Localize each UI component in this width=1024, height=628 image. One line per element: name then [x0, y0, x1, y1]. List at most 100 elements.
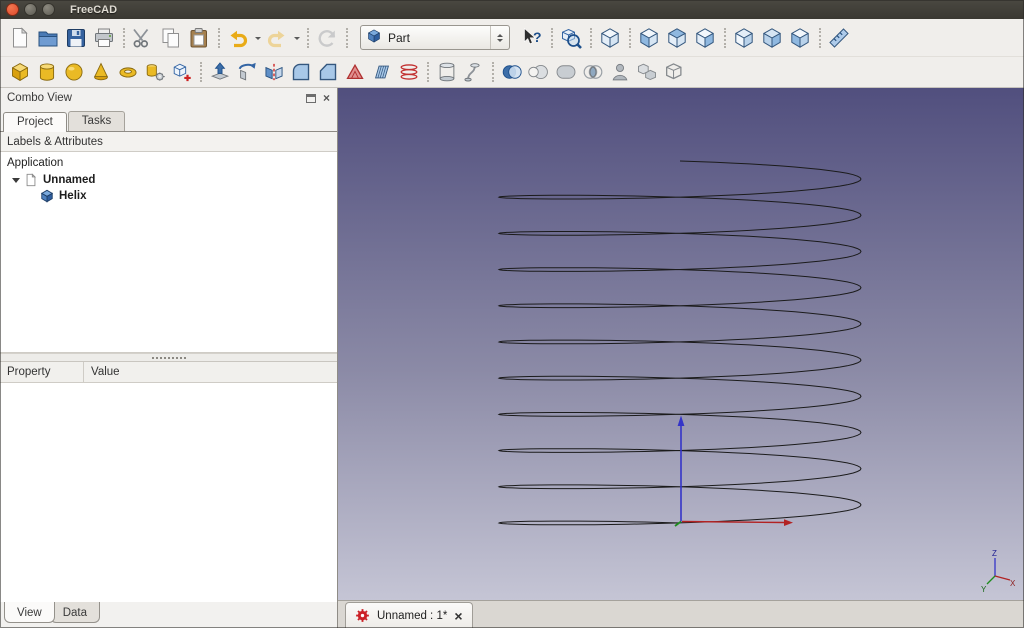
- tree-item-document[interactable]: Unnamed: [0, 172, 337, 188]
- standard-toolbar: Part?: [0, 19, 1024, 57]
- 3d-viewport[interactable]: Z X Y: [338, 88, 1024, 600]
- panel-splitter[interactable]: [0, 353, 337, 362]
- part-sweep-button[interactable]: [460, 59, 487, 85]
- bool-common-icon: [582, 61, 604, 83]
- part-boolean-button[interactable]: [498, 59, 525, 85]
- part-chamfer-button[interactable]: [314, 59, 341, 85]
- combo-view-header: Combo View ×: [0, 88, 337, 108]
- part-extrude-button[interactable]: [206, 59, 233, 85]
- project-panel-body: Labels & Attributes Application Unnamed …: [0, 131, 337, 628]
- 3d-view-canvas[interactable]: [338, 88, 1024, 600]
- window-maximize-button[interactable]: [42, 3, 55, 16]
- tab-tasks[interactable]: Tasks: [68, 111, 125, 131]
- tab-view[interactable]: View: [4, 602, 55, 623]
- tab-data[interactable]: Data: [50, 602, 100, 623]
- measure-distance-button[interactable]: [825, 24, 853, 52]
- document-tab[interactable]: Unnamed : 1* ×: [345, 602, 473, 628]
- part-union-button[interactable]: [552, 59, 579, 85]
- copy-button[interactable]: [157, 24, 185, 52]
- document-icon: [24, 173, 38, 187]
- axis-z-label: Z: [992, 549, 997, 558]
- fit-all-button[interactable]: [557, 24, 585, 52]
- bottom-view-button[interactable]: [758, 24, 786, 52]
- model-tree[interactable]: Application Unnamed Helix: [0, 152, 337, 353]
- window-minimize-button[interactable]: [24, 3, 37, 16]
- save-document-button[interactable]: [62, 24, 90, 52]
- toolbar-separator: [719, 25, 730, 51]
- panel-close-icon[interactable]: ×: [323, 93, 330, 103]
- expander-icon[interactable]: [12, 178, 20, 187]
- toolbar-separator: [195, 59, 206, 85]
- front-view-button[interactable]: [635, 24, 663, 52]
- sweep-icon: [463, 61, 485, 83]
- tab-project[interactable]: Project: [3, 112, 67, 132]
- part-revolve-button[interactable]: [233, 59, 260, 85]
- open-document-button[interactable]: [34, 24, 62, 52]
- part-join-button[interactable]: [660, 59, 687, 85]
- part-cylinder-button[interactable]: [33, 59, 60, 85]
- part-check-geometry-button[interactable]: [606, 59, 633, 85]
- undo-button[interactable]: [224, 24, 252, 52]
- check-icon: [609, 61, 631, 83]
- part-cut-button[interactable]: [525, 59, 552, 85]
- cut-button[interactable]: [129, 24, 157, 52]
- part-cone-button[interactable]: [87, 59, 114, 85]
- part-ruled-surface-button[interactable]: [368, 59, 395, 85]
- new-document-button[interactable]: [6, 24, 34, 52]
- refresh-icon: [315, 26, 339, 50]
- redo-icon: [265, 26, 289, 50]
- part-box-button[interactable]: [6, 59, 33, 85]
- top-view-button[interactable]: [663, 24, 691, 52]
- part-fillet-button[interactable]: [287, 59, 314, 85]
- undo-dropdown-arrow[interactable]: [252, 24, 263, 52]
- splitter-grip-icon: [152, 357, 186, 359]
- origin-axes: [675, 416, 793, 527]
- undo-icon: [226, 26, 250, 50]
- panel-float-icon[interactable]: [306, 94, 316, 103]
- right-view-button[interactable]: [691, 24, 719, 52]
- redo-dropdown-arrow[interactable]: [291, 24, 302, 52]
- part-torus-button[interactable]: [114, 59, 141, 85]
- cone-icon: [90, 61, 112, 83]
- part-mirror-button[interactable]: [260, 59, 287, 85]
- part-sphere-button[interactable]: [60, 59, 87, 85]
- part-shape-builder-button[interactable]: [168, 59, 195, 85]
- toolbar-separator: [546, 25, 557, 51]
- tree-item-helix[interactable]: Helix: [0, 188, 337, 204]
- part-loft-button[interactable]: [433, 59, 460, 85]
- svg-text:?: ?: [533, 29, 542, 45]
- document-tab-close-icon[interactable]: ×: [454, 610, 462, 622]
- whatsthis-icon: ?: [520, 26, 544, 50]
- workbench-selector[interactable]: Part: [360, 25, 510, 50]
- property-table-body[interactable]: [0, 383, 337, 602]
- value-column-header[interactable]: Value: [84, 362, 120, 382]
- bool-union-icon: [555, 61, 577, 83]
- cube-bottom-icon: [760, 26, 784, 50]
- window-close-button[interactable]: [6, 3, 19, 16]
- left-view-button[interactable]: [786, 24, 814, 52]
- builder-icon: [171, 61, 193, 83]
- axis-cross: Z X Y: [980, 548, 1016, 594]
- rear-view-button[interactable]: [730, 24, 758, 52]
- helix-wireframe[interactable]: [499, 161, 861, 525]
- paste-button[interactable]: [185, 24, 213, 52]
- toolbar-separator: [422, 59, 433, 85]
- part-make-face-button[interactable]: [341, 59, 368, 85]
- helix-part-icon: [40, 189, 54, 203]
- toolbar-separator: [624, 25, 635, 51]
- print-document-button[interactable]: [90, 24, 118, 52]
- combobox-arrows-icon: [490, 26, 509, 49]
- part-create-primitives-button[interactable]: [141, 59, 168, 85]
- axonometric-view-button[interactable]: [596, 24, 624, 52]
- fitall-icon: [559, 26, 583, 50]
- whats-this-button[interactable]: ?: [518, 24, 546, 52]
- tree-root-application: Application: [0, 155, 337, 172]
- toolbar-separator: [814, 25, 825, 51]
- part-compound-button[interactable]: [633, 59, 660, 85]
- property-column-header[interactable]: Property: [0, 362, 84, 382]
- part-intersection-button[interactable]: [579, 59, 606, 85]
- property-view-tabs: View Data: [0, 602, 337, 628]
- cylinder-icon: [36, 61, 58, 83]
- toolbar-separator: [118, 25, 129, 51]
- part-cross-sections-button[interactable]: [395, 59, 422, 85]
